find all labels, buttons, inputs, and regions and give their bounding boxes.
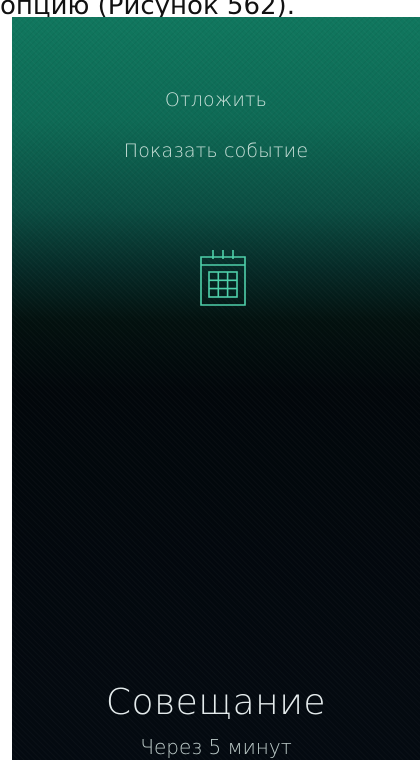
show-event-button[interactable]: Показать событие	[12, 140, 420, 162]
alarm-screen: Отложить Показать событие Совещание Чере…	[12, 17, 420, 760]
event-time: Через 5 минут	[140, 735, 292, 759]
calendar-icon	[197, 247, 249, 309]
event-title: Совещание	[105, 682, 327, 723]
document-page: опцию (Рисунок 562). Отложить Показать с…	[0, 0, 420, 760]
snooze-button[interactable]: Отложить	[12, 89, 420, 111]
